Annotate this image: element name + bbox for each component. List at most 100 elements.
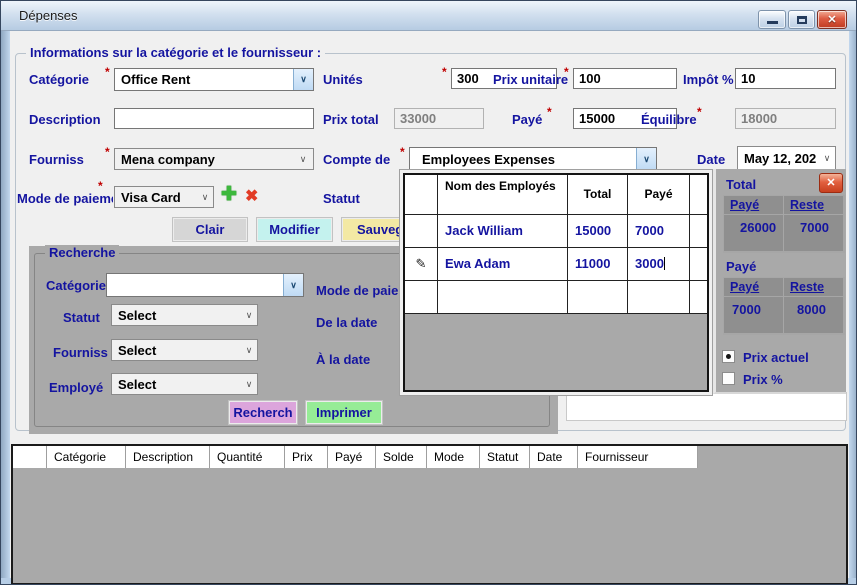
col-header[interactable]: Quantité bbox=[210, 446, 285, 468]
cell-total[interactable] bbox=[568, 281, 628, 313]
col-header[interactable]: Catégorie bbox=[47, 446, 126, 468]
dropdown-button[interactable]: ∨ bbox=[283, 274, 303, 296]
date-picker[interactable]: May 12, 202 ∨ bbox=[737, 146, 836, 170]
cell-total[interactable]: 15000 bbox=[568, 215, 628, 247]
employees-grid-header: Nom des Employés Total Payé bbox=[405, 175, 707, 215]
col-header[interactable]: Payé bbox=[328, 446, 376, 468]
description-input[interactable] bbox=[114, 108, 314, 129]
results-grid-header: Catégorie Description Quantité Prix Payé… bbox=[13, 446, 846, 468]
cell-total[interactable]: 11000 bbox=[568, 248, 628, 280]
dropdown-button[interactable]: ∨ bbox=[293, 149, 313, 169]
dropdown-button[interactable]: ∨ bbox=[636, 148, 656, 170]
cell-paye[interactable] bbox=[628, 281, 690, 313]
employees-grid: Nom des Employés Total Payé Jack William… bbox=[403, 173, 709, 392]
row-selector[interactable] bbox=[405, 215, 438, 247]
cell-paye[interactable]: 3000 bbox=[628, 248, 690, 280]
summary-total-reste-value: 7000 bbox=[784, 215, 844, 252]
dropdown-button[interactable]: ∨ bbox=[241, 305, 257, 325]
modifier-button[interactable]: Modifier bbox=[257, 218, 332, 241]
employees-popup: Nom des Employés Total Payé Jack William… bbox=[399, 169, 713, 396]
col-header-nom[interactable]: Nom des Employés bbox=[438, 175, 568, 214]
fourniss-combobox[interactable]: Mena company ∨ bbox=[114, 148, 314, 170]
row-filler bbox=[690, 248, 707, 280]
summary-paye-col-paye: Payé bbox=[724, 278, 784, 297]
title-bar: Dépenses ✕ bbox=[1, 1, 857, 31]
summary-panel: ✕ Total Payé Reste 26000 7000 Payé Payé … bbox=[713, 169, 846, 394]
summary-paye-paye-value: 7000 bbox=[724, 297, 784, 334]
table-row-new[interactable] bbox=[405, 281, 707, 314]
col-header[interactable]: Description bbox=[126, 446, 210, 468]
col-header[interactable]: Solde bbox=[376, 446, 427, 468]
row-selector[interactable]: ✎ bbox=[405, 248, 438, 280]
summary-total-col-paye: Payé bbox=[724, 196, 784, 215]
prix-actuel-radio[interactable] bbox=[722, 350, 735, 363]
col-header-total[interactable]: Total bbox=[568, 175, 628, 214]
mode-paiement-combobox[interactable]: Visa Card ∨ bbox=[114, 186, 214, 208]
col-header[interactable]: Prix bbox=[285, 446, 328, 468]
text-caret bbox=[664, 257, 665, 270]
col-header[interactable]: Date bbox=[530, 446, 578, 468]
dropdown-button[interactable]: ∨ bbox=[241, 340, 257, 360]
minimize-button[interactable] bbox=[758, 10, 786, 29]
chevron-down-icon: ∨ bbox=[824, 153, 831, 164]
paye-label: Payé bbox=[512, 112, 542, 127]
col-header-paye[interactable]: Payé bbox=[628, 175, 690, 214]
cell-name[interactable]: Jack William bbox=[438, 215, 568, 247]
dropdown-button[interactable]: ∨ bbox=[197, 187, 213, 207]
categorie-label: Catégorie bbox=[29, 72, 89, 87]
dropdown-button[interactable]: ∨ bbox=[241, 374, 257, 394]
de-la-date-label: De la date bbox=[316, 315, 377, 330]
statut-label: Statut bbox=[323, 191, 360, 206]
compte-de-combobox[interactable]: Employees Expenses ∨ bbox=[409, 147, 657, 171]
dropdown-button[interactable]: ∨ bbox=[293, 69, 313, 90]
chevron-down-icon: ∨ bbox=[202, 192, 209, 203]
chevron-down-icon: ∨ bbox=[300, 154, 307, 165]
cell-name[interactable] bbox=[438, 281, 568, 313]
recherche-mode-label: Mode de paiem bbox=[316, 283, 410, 298]
cell-paye[interactable]: 7000 bbox=[628, 215, 690, 247]
maximize-button[interactable] bbox=[788, 10, 815, 29]
prix-pct-radio[interactable] bbox=[722, 372, 735, 385]
recherche-employe-combobox[interactable]: Select ∨ bbox=[111, 373, 258, 395]
recherche-button[interactable]: Recherch bbox=[229, 401, 297, 424]
row-selector-header bbox=[13, 446, 47, 468]
col-header[interactable]: Fournisseur bbox=[578, 446, 698, 468]
prix-pct-label: Prix % bbox=[743, 372, 783, 387]
row-filler bbox=[690, 281, 707, 313]
close-button[interactable]: ✕ bbox=[817, 10, 847, 29]
imprimer-button[interactable]: Imprimer bbox=[306, 401, 382, 424]
add-payment-mode-icon[interactable]: ✚ bbox=[221, 183, 237, 206]
unites-label: Unités bbox=[323, 72, 363, 87]
recherche-categorie-combobox[interactable]: ∨ bbox=[106, 273, 304, 297]
chevron-down-icon: ∨ bbox=[246, 310, 253, 321]
cell-paye-text: 3000 bbox=[635, 256, 664, 271]
recherche-fourniss-combobox[interactable]: Select ∨ bbox=[111, 339, 258, 361]
prix-unitaire-input[interactable] bbox=[573, 68, 677, 89]
mode-paiement-label: Mode de paieme bbox=[17, 191, 113, 206]
date-label: Date bbox=[697, 152, 725, 167]
col-header[interactable]: Mode bbox=[427, 446, 480, 468]
delete-payment-mode-icon[interactable]: ✖ bbox=[245, 186, 258, 206]
impot-label: Impôt % bbox=[683, 72, 734, 87]
col-header[interactable]: Statut bbox=[480, 446, 530, 468]
window-border-right bbox=[849, 31, 857, 585]
notes-textbox[interactable] bbox=[566, 392, 847, 421]
popup-close-button[interactable]: ✕ bbox=[819, 173, 843, 193]
impot-input[interactable] bbox=[735, 68, 836, 89]
dropdown-button[interactable]: ∨ bbox=[819, 147, 835, 169]
recherche-employe-combobox-value: Select bbox=[112, 374, 241, 394]
required-asterisk: * bbox=[400, 145, 405, 159]
row-selector-header bbox=[405, 175, 438, 214]
close-icon: ✕ bbox=[826, 177, 835, 189]
table-row[interactable]: Jack William 15000 7000 bbox=[405, 215, 707, 248]
categorie-combobox[interactable]: Office Rent ∨ bbox=[114, 68, 314, 91]
clair-button[interactable]: Clair bbox=[173, 218, 247, 241]
recherche-statut-combobox[interactable]: Select ∨ bbox=[111, 304, 258, 326]
recherche-categorie-combobox-value bbox=[107, 274, 283, 296]
prix-total-label: Prix total bbox=[323, 112, 379, 127]
table-row[interactable]: ✎ Ewa Adam 11000 3000 bbox=[405, 248, 707, 281]
row-selector[interactable] bbox=[405, 281, 438, 313]
row-filler bbox=[690, 215, 707, 247]
cell-name[interactable]: Ewa Adam bbox=[438, 248, 568, 280]
results-grid[interactable]: Catégorie Description Quantité Prix Payé… bbox=[11, 444, 848, 585]
